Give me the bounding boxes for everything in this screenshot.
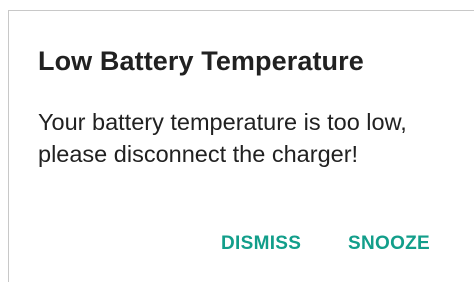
dialog-actions: DISMISS SNOOZE — [9, 233, 474, 263]
alert-dialog: Low Battery Temperature Your battery tem… — [8, 10, 474, 282]
snooze-button[interactable]: SNOOZE — [348, 233, 430, 255]
dismiss-button[interactable]: DISMISS — [221, 233, 301, 255]
dialog-title: Low Battery Temperature — [38, 46, 364, 76]
dialog-message: Your battery temperature is too low, ple… — [38, 109, 407, 167]
